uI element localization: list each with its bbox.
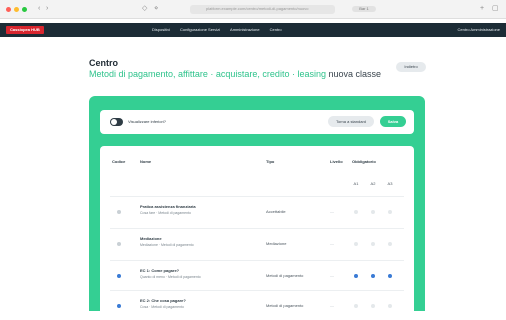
column-header-required[interactable]: Obbligatorio bbox=[352, 159, 376, 164]
required-flag-1[interactable] bbox=[354, 210, 358, 214]
forward-icon[interactable]: › bbox=[46, 5, 48, 13]
column-header-type[interactable]: Tipo bbox=[266, 159, 274, 164]
required-flag-1[interactable] bbox=[354, 242, 358, 246]
maximize-window-icon[interactable] bbox=[22, 7, 27, 12]
column-header-level[interactable]: Livello bbox=[330, 159, 343, 164]
required-flag-3[interactable] bbox=[388, 210, 392, 214]
menu-item-dispositivi[interactable]: Dispositivi bbox=[152, 27, 170, 33]
required-flag-2[interactable] bbox=[371, 274, 375, 278]
column-header-name[interactable]: Nome bbox=[140, 159, 151, 164]
row-select-radio[interactable] bbox=[117, 242, 121, 246]
row-type: Accettabile bbox=[266, 209, 286, 214]
visibility-toggle[interactable] bbox=[110, 118, 123, 126]
required-flag-2[interactable] bbox=[371, 304, 375, 308]
row-subtitle: Mediazione · Metodi di pagamento bbox=[140, 243, 194, 247]
row-subtitle: Quanto di meno · Metodi di pagamento bbox=[140, 275, 201, 279]
breadcrumb-link[interactable]: Metodi di pagamento, affittare · acquist… bbox=[89, 69, 326, 79]
row-name: EC 2: Che cosa pagare? bbox=[140, 298, 186, 303]
row-type: Mediazione bbox=[266, 241, 287, 246]
user-menu[interactable]: Centro Amministrazione bbox=[458, 27, 500, 33]
required-flag-1[interactable] bbox=[354, 304, 358, 308]
row-level: — bbox=[330, 303, 334, 308]
app-navbar: Cassiopea HUB Dispositivi Configurazione… bbox=[0, 23, 506, 37]
address-bar[interactable]: platform.example.com/centro/metodi-di-pa… bbox=[190, 5, 335, 14]
row-select-radio[interactable] bbox=[117, 304, 121, 308]
new-tab-icon[interactable]: + bbox=[480, 5, 484, 13]
required-flag-2[interactable] bbox=[371, 210, 375, 214]
breadcrumb: Metodi di pagamento, affittare · acquist… bbox=[89, 69, 381, 79]
required-flag-3[interactable] bbox=[388, 274, 392, 278]
row-select-radio[interactable] bbox=[117, 274, 121, 278]
sub-header-a3: A3 bbox=[387, 181, 393, 186]
row-divider bbox=[110, 196, 404, 197]
page-title: Centro bbox=[89, 58, 118, 68]
required-flag-3[interactable] bbox=[388, 242, 392, 246]
breadcrumb-current: nuova classe bbox=[328, 69, 382, 79]
row-name: Pratica assistenza finanziaria bbox=[140, 204, 196, 209]
row-name: EC 1: Come pagare? bbox=[140, 268, 180, 273]
tab-pill[interactable]: Bar 1 bbox=[352, 6, 376, 12]
required-flag-1[interactable] bbox=[354, 274, 358, 278]
menu-item-amministrazione[interactable]: Amministrazione bbox=[230, 27, 260, 33]
required-flag-3[interactable] bbox=[388, 304, 392, 308]
row-level: — bbox=[330, 241, 334, 246]
shield-icon[interactable]: ◇ bbox=[142, 5, 147, 13]
menu-item-configurazione[interactable]: Configurazione Servizi bbox=[180, 27, 220, 33]
url-text: platform.example.com/centro/metodi-di-pa… bbox=[206, 6, 309, 11]
toggle-knob bbox=[111, 119, 117, 125]
brand-logo[interactable]: Cassiopea HUB bbox=[6, 26, 44, 34]
row-divider bbox=[110, 228, 404, 229]
row-name: Mediazione bbox=[140, 236, 162, 241]
row-divider bbox=[110, 290, 404, 291]
required-flag-2[interactable] bbox=[371, 242, 375, 246]
table-row[interactable]: Pratica assistenza finanziaria Cosa fare … bbox=[100, 196, 414, 226]
row-level: — bbox=[330, 273, 334, 278]
sub-header-a2: A2 bbox=[370, 181, 376, 186]
settings-card: Visualizzare inferiori? Torna a standard… bbox=[100, 110, 414, 134]
row-subtitle: Cosa fare · Metodi di pagamento bbox=[140, 211, 191, 215]
menu-item-centro[interactable]: Centro bbox=[270, 27, 282, 33]
main-menu: Dispositivi Configurazione Servizi Ammin… bbox=[152, 27, 282, 33]
row-subtitle: Cosa · Metodi di pagamento bbox=[140, 305, 184, 309]
row-type: Metodi di pagamento bbox=[266, 273, 304, 278]
sub-header-a1: A1 bbox=[353, 181, 359, 186]
save-button[interactable]: Salva bbox=[380, 116, 406, 127]
row-select-radio[interactable] bbox=[117, 210, 121, 214]
table-row[interactable]: Mediazione Mediazione · Metodi di pagamen… bbox=[100, 228, 414, 258]
window-controls[interactable] bbox=[6, 7, 27, 12]
row-level: — bbox=[330, 209, 334, 214]
close-window-icon[interactable] bbox=[6, 7, 11, 12]
column-header-code[interactable]: Codice bbox=[112, 159, 125, 164]
browser-toolbar: ‹ › ◇ ⋄ platform.example.com/centro/meto… bbox=[0, 0, 506, 19]
share-icon[interactable]: ⋄ bbox=[154, 5, 158, 13]
row-divider bbox=[110, 260, 404, 261]
reset-standard-button[interactable]: Torna a standard bbox=[328, 116, 374, 127]
minimize-window-icon[interactable] bbox=[14, 7, 19, 12]
table-row[interactable]: EC 1: Come pagare? Quanto di meno · Metod… bbox=[100, 260, 414, 290]
back-icon[interactable]: ‹ bbox=[38, 5, 40, 13]
table-row[interactable]: EC 2: Che cosa pagare? Cosa · Metodi di p… bbox=[100, 290, 414, 320]
toggle-label: Visualizzare inferiori? bbox=[128, 119, 166, 124]
data-table: Codice Nome Tipo Livello Obbligatorio A1… bbox=[100, 146, 414, 311]
row-type: Metodi di pagamento bbox=[266, 303, 304, 308]
tabs-overview-icon[interactable]: ▢ bbox=[492, 5, 499, 13]
back-button[interactable]: Indietro bbox=[396, 62, 426, 72]
